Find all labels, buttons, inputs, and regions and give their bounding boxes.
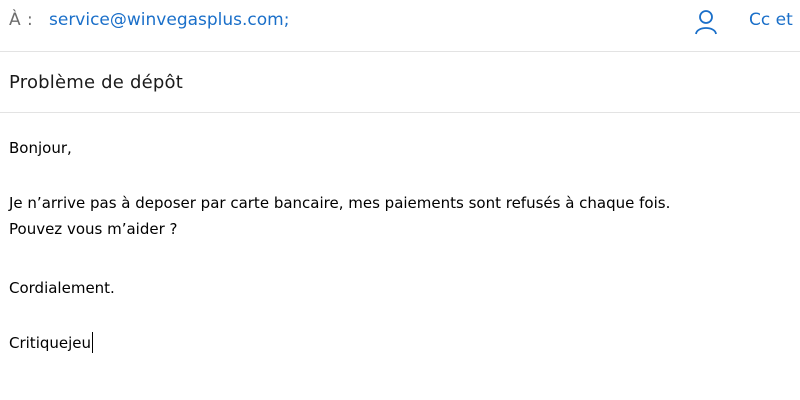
to-field-row[interactable]: À : service@winvegasplus.com; Cc et	[0, 0, 800, 48]
to-label: À :	[9, 10, 34, 30]
body-closing: Cordialement.	[9, 279, 115, 297]
body-line: Pouvez vous m’aider ?	[9, 220, 178, 238]
cc-bcc-button[interactable]: Cc et	[749, 10, 793, 30]
divider	[0, 51, 800, 52]
subject-field[interactable]: Problème de dépôt	[9, 72, 183, 93]
body-signature: Critiquejeu	[9, 334, 92, 352]
message-body-editor[interactable]: Bonjour, Je n’arrive pas à deposer par c…	[9, 113, 794, 400]
body-line: Je n’arrive pas à deposer par carte banc…	[9, 194, 671, 212]
body-signature-line: Critiquejeu	[9, 332, 94, 355]
recipient-chip[interactable]: service@winvegasplus.com;	[49, 10, 289, 30]
text-cursor	[92, 332, 94, 353]
body-greeting: Bonjour,	[9, 139, 72, 157]
person-icon[interactable]	[694, 9, 718, 35]
